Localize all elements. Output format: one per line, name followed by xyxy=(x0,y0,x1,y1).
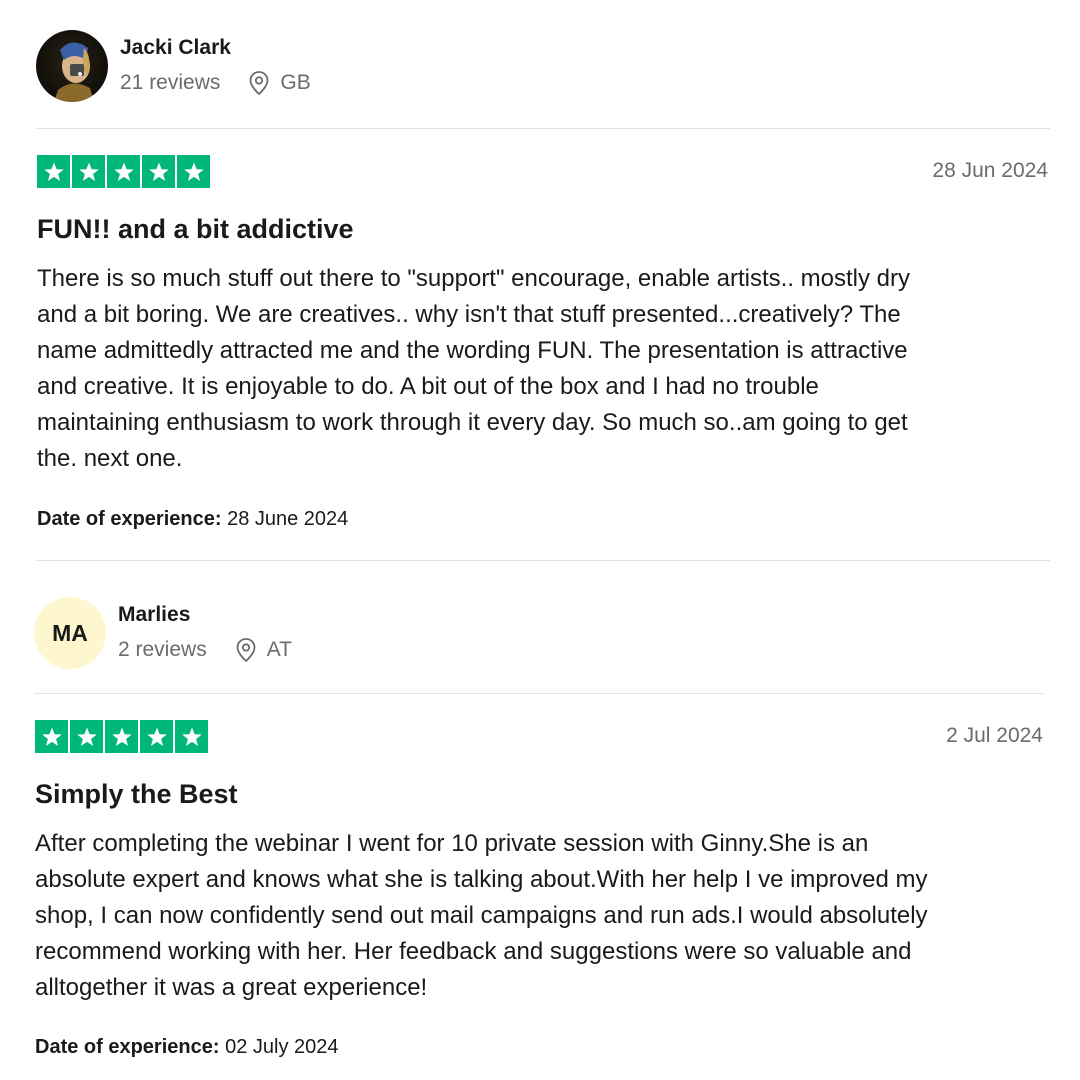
avatar-photo xyxy=(36,30,108,102)
divider xyxy=(34,693,1044,694)
date-of-experience: Date of experience: 28 June 2024 xyxy=(37,508,348,531)
reviewer-meta: 2 reviews AT xyxy=(118,637,292,663)
review-body-line: recommend working with her. Her feedback… xyxy=(35,938,912,965)
star-icon xyxy=(105,720,138,753)
date-of-experience: Date of experience: 02 July 2024 xyxy=(35,1036,339,1059)
experience-date: 02 July 2024 xyxy=(225,1036,339,1058)
review-body-line: the. next one. xyxy=(37,445,183,472)
review-body-line: shop, I can now confidently send out mai… xyxy=(35,902,928,929)
star-icon xyxy=(35,720,68,753)
review-title[interactable]: FUN!! and a bit addictive xyxy=(37,214,354,245)
review-body-line: absolute expert and knows what she is ta… xyxy=(35,866,928,893)
reviewer-name[interactable]: Jacki Clark xyxy=(120,36,231,60)
reviews-count: 2 reviews xyxy=(118,638,207,661)
experience-date: 28 June 2024 xyxy=(227,508,349,530)
review-body: There is so much stuff out there to "sup… xyxy=(37,261,1037,477)
star-icon xyxy=(177,155,210,188)
reviewer-name[interactable]: Marlies xyxy=(118,603,190,627)
experience-label: Date of experience: xyxy=(35,1036,220,1058)
location-pin-icon xyxy=(235,637,257,663)
star-icon xyxy=(175,720,208,753)
reviewer-meta: 21 reviews GB xyxy=(120,70,311,96)
review-body-line: and a bit boring. We are creatives.. why… xyxy=(37,301,901,328)
review-body-line: and creative. It is enjoyable to do. A b… xyxy=(37,373,819,400)
star-rating xyxy=(35,720,208,753)
reviewer-header: Jacki Clark 21 reviews GB xyxy=(36,30,1080,130)
star-icon xyxy=(37,155,70,188)
review-date: 2 Jul 2024 xyxy=(946,724,1043,747)
review-body-line: alltogether it was a great experience! xyxy=(35,974,428,1001)
review-body: After completing the webinar I went for … xyxy=(35,826,1035,1006)
star-icon xyxy=(107,155,140,188)
review-body-line: There is so much stuff out there to "sup… xyxy=(37,265,911,292)
reviewer-country: GB xyxy=(280,71,311,94)
review-separator xyxy=(36,560,1050,561)
location-pin-icon xyxy=(248,70,270,96)
review-date: 28 Jun 2024 xyxy=(932,159,1048,182)
star-icon xyxy=(142,155,175,188)
reviewer-country: AT xyxy=(266,638,292,661)
review-body-line: After completing the webinar I went for … xyxy=(35,830,869,857)
experience-label: Date of experience: xyxy=(37,508,222,530)
divider xyxy=(36,128,1050,129)
reviews-count: 21 reviews xyxy=(120,71,221,94)
star-icon xyxy=(70,720,103,753)
review-body-line: maintaining enthusiasm to work through i… xyxy=(37,409,908,436)
review-title[interactable]: Simply the Best xyxy=(35,779,238,810)
review-body-line: name admittedly attracted me and the wor… xyxy=(37,337,908,364)
star-icon xyxy=(140,720,173,753)
reviewer-header: MA Marlies 2 reviews AT xyxy=(34,597,1080,697)
avatar[interactable] xyxy=(36,30,108,102)
star-icon xyxy=(72,155,105,188)
avatar[interactable]: MA xyxy=(34,597,106,669)
star-rating xyxy=(37,155,210,188)
